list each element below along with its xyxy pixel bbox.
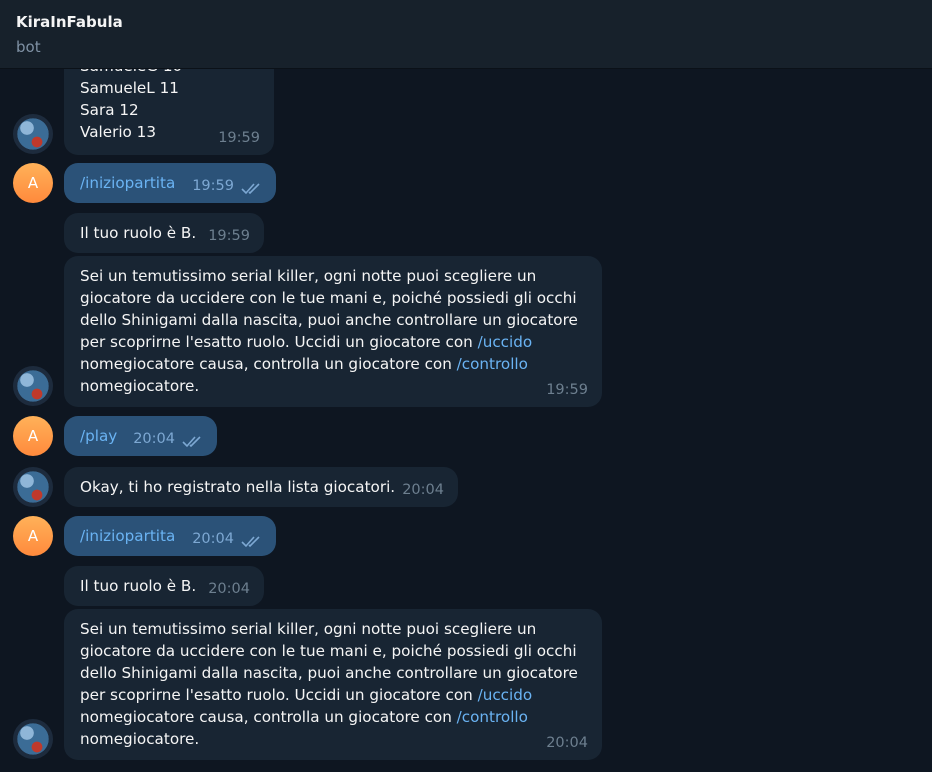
- avatar-initial: A: [27, 527, 39, 545]
- bot-message: Sei un temutissimo serial killer, ogni n…: [64, 256, 602, 407]
- message-text-segment: per scoprirne l'esatto ruolo. Uccidi un …: [80, 686, 478, 704]
- message-text-line: nomegiocatore causa, controlla un giocat…: [80, 353, 586, 375]
- message-text-line: nomegiocatore.: [80, 377, 200, 395]
- message-text-line: SamueleG 10: [80, 69, 258, 77]
- message-time: 20:04: [192, 531, 234, 547]
- double-check-icon: [182, 436, 201, 448]
- bot-avatar[interactable]: [13, 114, 53, 154]
- bot-avatar[interactable]: [13, 467, 53, 507]
- user-avatar[interactable]: A: [13, 416, 53, 456]
- bot-message: Okay, ti ho registrato nella lista gioca…: [64, 467, 458, 507]
- user-message: /iniziopartita 19:59: [64, 163, 276, 203]
- message-text-line: giocatore da uccidere con le tue mani e,…: [80, 289, 577, 307]
- user-avatar[interactable]: A: [13, 163, 53, 203]
- message-text-line: nomegiocatore.: [80, 730, 200, 748]
- command-link[interactable]: /iniziopartita: [80, 174, 175, 192]
- message-text-segment: per scoprirne l'esatto ruolo. Uccidi un …: [80, 333, 478, 351]
- message-time: 19:59: [192, 178, 234, 194]
- message-time: 20:04: [133, 431, 175, 447]
- bot-message: Il tuo ruolo è B. 19:59: [64, 213, 264, 253]
- chat-header[interactable]: KiraInFabula bot: [0, 0, 932, 69]
- message-text-line: nomegiocatore causa, controlla un giocat…: [80, 706, 586, 728]
- command-link[interactable]: /iniziopartita: [80, 527, 175, 545]
- message-text-line: giocatore da uccidere con le tue mani e,…: [80, 642, 577, 660]
- message-text-line: per scoprirne l'esatto ruolo. Uccidi un …: [80, 331, 586, 353]
- user-avatar[interactable]: A: [13, 516, 53, 556]
- message-time: 19:59: [208, 228, 250, 244]
- avatar-initial: A: [27, 174, 39, 192]
- message-time: 20:04: [546, 735, 588, 751]
- command-link-controllo[interactable]: /controllo: [457, 355, 528, 373]
- message-time: 19:59: [218, 130, 260, 146]
- message-text-line: Sei un temutissimo serial killer, ogni n…: [80, 620, 537, 638]
- double-check-icon: [241, 183, 260, 195]
- user-message: /play 20:04: [64, 416, 217, 456]
- message-text-line: dello Shinigami dalla nascita, puoi anch…: [80, 311, 578, 329]
- message-list[interactable]: SamueleG 10 SamueleL 11 Sara 12 Valerio …: [0, 69, 932, 772]
- message-text-line: dello Shinigami dalla nascita, puoi anch…: [80, 664, 578, 682]
- message-text-segment: nomegiocatore causa, controlla un giocat…: [80, 708, 457, 726]
- message-time: 19:59: [546, 382, 588, 398]
- message-time: 20:04: [402, 482, 444, 498]
- message-text-line: Sara 12: [80, 101, 139, 119]
- bot-avatar[interactable]: [13, 719, 53, 759]
- chat-subtitle: bot: [16, 38, 41, 56]
- bot-message: SamueleG 10 SamueleL 11 Sara 12 Valerio …: [64, 69, 274, 155]
- message-text-line: Sei un temutissimo serial killer, ogni n…: [80, 267, 537, 285]
- user-message: /iniziopartita 20:04: [64, 516, 276, 556]
- command-link[interactable]: /play: [80, 427, 117, 445]
- message-time: 20:04: [208, 581, 250, 597]
- command-link-controllo[interactable]: /controllo: [457, 708, 528, 726]
- message-text-line: per scoprirne l'esatto ruolo. Uccidi un …: [80, 684, 586, 706]
- bot-message: Sei un temutissimo serial killer, ogni n…: [64, 609, 602, 760]
- message-text: Il tuo ruolo è B.: [80, 224, 197, 242]
- message-text-segment: nomegiocatore causa, controlla un giocat…: [80, 355, 457, 373]
- bot-message: Il tuo ruolo è B. 20:04: [64, 566, 264, 606]
- command-link-uccido[interactable]: /uccido: [478, 686, 533, 704]
- message-text: Okay, ti ho registrato nella lista gioca…: [80, 478, 396, 496]
- avatar-initial: A: [27, 427, 39, 445]
- double-check-icon: [241, 536, 260, 548]
- command-link-uccido[interactable]: /uccido: [478, 333, 533, 351]
- chat-title[interactable]: KiraInFabula: [16, 13, 123, 31]
- message-text: Il tuo ruolo è B.: [80, 577, 197, 595]
- bot-avatar[interactable]: [13, 366, 53, 406]
- message-text-line: SamueleL 11: [80, 79, 179, 97]
